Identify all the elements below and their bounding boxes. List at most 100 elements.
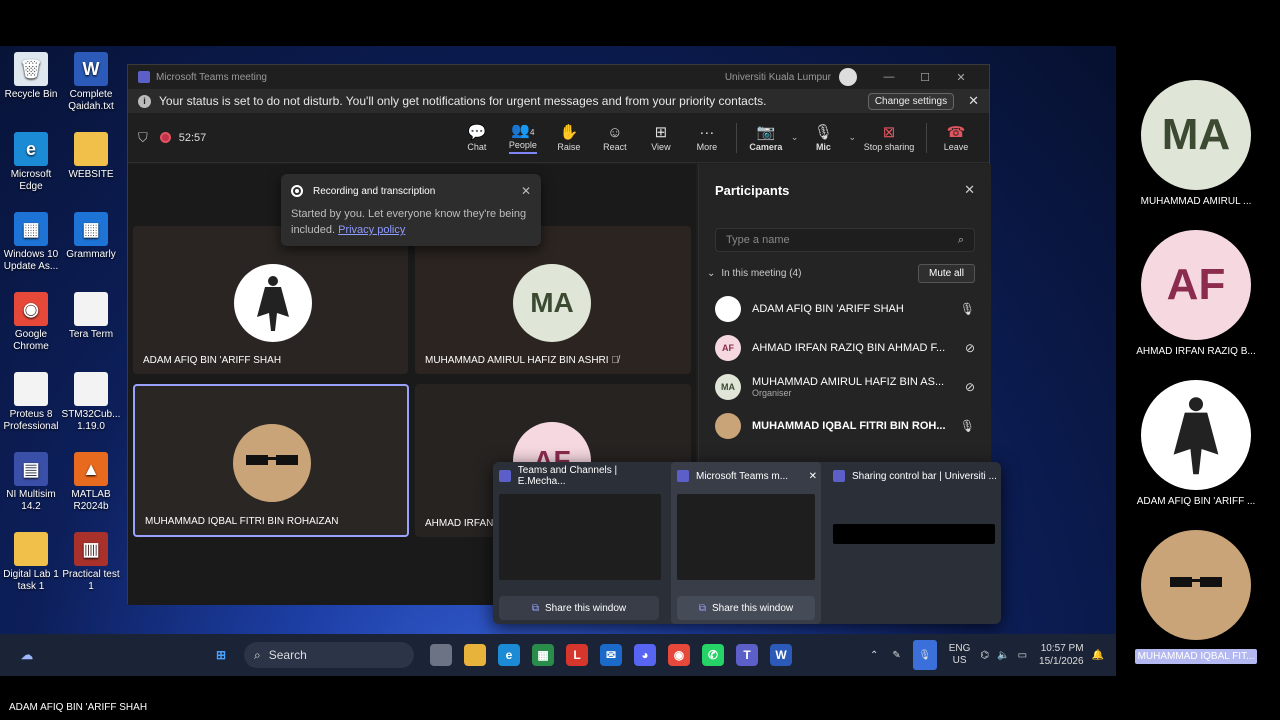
participant-row[interactable]: MA MUHAMMAD AMIRUL HAFIZ BIN AS... Organis…	[699, 367, 991, 406]
volume-icon[interactable]: 🔈	[997, 650, 1009, 661]
chrome-icon[interactable]: ◉	[668, 644, 690, 666]
people-count: 4	[530, 128, 535, 137]
tile-name: ADAM AFIQ BIN 'ARIFF SHAH	[143, 355, 282, 366]
desktop-icon[interactable]: Tera Term	[60, 292, 122, 341]
desktop-icon[interactable]: W Complete Qaidah.txt	[60, 52, 122, 113]
desktop-icon[interactable]: ▲ MATLAB R2024b	[60, 452, 122, 513]
participant-row[interactable]: MUHAMMAD IQBAL FITRI BIN ROH... 🎙	[699, 406, 991, 445]
windows-taskbar: ☁ ⊞ ⌕ Search e ▦ L ✉ ◕ ◉ ✆ T W ⌃ ✎ 🎙 ENG U…	[0, 634, 1116, 676]
more-button[interactable]: ··· More	[684, 123, 730, 152]
desktop-icon[interactable]: STM32Cub... 1.19.0	[60, 372, 122, 433]
desktop-icon[interactable]: e Microsoft Edge	[0, 132, 62, 193]
share-window-button[interactable]: ⧉ Share this window	[677, 596, 815, 620]
mic-icon: 🎙	[959, 418, 975, 433]
panel-close-icon[interactable]: ✕	[964, 182, 975, 198]
mic-options-chevron-icon[interactable]: ⌄	[848, 132, 856, 143]
desktop-icon[interactable]: ▦ Windows 10 Update As...	[0, 212, 62, 273]
window-preview[interactable]: Teams and Channels | E.Mecha... ⧉ Share t…	[493, 462, 665, 624]
notification-bell-icon[interactable]: 🔔	[1092, 650, 1104, 661]
desktop-icon[interactable]: Proteus 8 Professional	[0, 372, 62, 433]
chevron-down-icon[interactable]: ⌄	[707, 268, 715, 279]
teams-icon[interactable]: T	[736, 644, 758, 666]
desktop-icon-label: Complete Qaidah.txt	[68, 89, 114, 112]
stop-sharing-button[interactable]: ⊠ Stop sharing	[858, 123, 920, 152]
desktop-icon[interactable]: WEBSITE	[60, 132, 122, 181]
leave-button[interactable]: ☎ Leave	[933, 123, 979, 152]
network-icon[interactable]: ⌬	[980, 650, 989, 661]
status-banner: i Your status is set to do not disturb. …	[128, 89, 989, 113]
outlook-icon[interactable]: ✉	[600, 644, 622, 666]
chevron-up-icon[interactable]: ⌃	[870, 650, 878, 661]
maximize-icon[interactable]: ☐	[907, 71, 943, 84]
language-indicator[interactable]: ENG US	[949, 643, 971, 667]
whatsapp-icon[interactable]: ✆	[702, 644, 724, 666]
desktop-icon-label: STM32Cub... 1.19.0	[61, 409, 121, 432]
participant-search-input[interactable]: Type a name ⌕	[715, 228, 975, 252]
desktop-icon[interactable]: ◉ Google Chrome	[0, 292, 62, 353]
clock[interactable]: 10:57 PM 15/1/2026	[1039, 642, 1084, 668]
battery-icon[interactable]: ▭	[1018, 650, 1027, 661]
participant-row[interactable]: ADAM AFIQ BIN 'ARIFF SHAH 🎙	[699, 289, 991, 328]
gallery-name: MUHAMMAD IQBAL FIT...	[1134, 649, 1258, 664]
desktop-icon[interactable]: ▦ Grammarly	[60, 212, 122, 261]
panel-title: Participants	[715, 182, 790, 198]
account-avatar[interactable]	[839, 68, 857, 86]
weather-icon[interactable]: ☁	[16, 644, 38, 666]
taskbar-search[interactable]: ⌕ Search	[244, 642, 414, 668]
camera-options-chevron-icon[interactable]: ⌄	[791, 132, 799, 143]
mic-button[interactable]: 🎙 Mic	[800, 123, 846, 152]
view-button[interactable]: ⊞ View	[638, 123, 684, 152]
preview-title: Microsoft Teams m...	[696, 470, 789, 482]
tile-name: AHMAD IRFAN I	[425, 518, 499, 529]
video-tile-amirul[interactable]: MA MUHAMMAD AMIRUL HAFIZ BIN ASHRI 🎙̸	[415, 226, 691, 374]
banner-close-icon[interactable]: ✕	[968, 93, 979, 109]
privacy-policy-link[interactable]: Privacy policy	[338, 224, 405, 236]
preview-image	[499, 494, 661, 580]
window-preview[interactable]: Sharing control bar | Universiti ...	[827, 462, 999, 624]
desktop-icon[interactable]: Digital Lab 1 task 1	[0, 532, 62, 593]
popup-close-icon[interactable]: ✕	[521, 184, 531, 198]
edge-icon[interactable]: e	[498, 644, 520, 666]
desktop-icon[interactable]: ▤ NI Multisim 14.2	[0, 452, 62, 513]
desktop-icon-label: WEBSITE	[68, 169, 114, 180]
avatar	[234, 264, 312, 342]
gallery-tile-adam[interactable]: ADAM AFIQ BIN 'ARIFF ...	[1128, 380, 1264, 507]
close-preview-icon[interactable]: ✕	[809, 471, 817, 482]
chat-button[interactable]: 💬 Chat	[454, 123, 500, 152]
desktop-icon-label: Proteus 8 Professional	[3, 409, 59, 432]
discord-icon[interactable]: ◕	[634, 644, 656, 666]
participant-name-text: ADAM AFIQ BIN 'ARIFF SHAH	[752, 302, 904, 315]
desktop-icon[interactable]: 🗑 Recycle Bin	[0, 52, 62, 101]
change-settings-button[interactable]: Change settings	[867, 92, 955, 110]
file-explorer-icon[interactable]	[464, 644, 486, 666]
share-window-button[interactable]: ⧉ Share this window	[499, 596, 659, 620]
minimize-icon[interactable]: —	[871, 71, 907, 83]
store-icon[interactable]: ▦	[532, 644, 554, 666]
window-preview-active[interactable]: Microsoft Teams m... ✕ ⧉ Share this window	[671, 462, 821, 624]
raise-hand-button[interactable]: ✋ Raise	[546, 123, 592, 152]
tile-name: MUHAMMAD IQBAL FITRI BIN ROHAIZAN	[145, 516, 339, 527]
video-tile-adam[interactable]: ADAM AFIQ BIN 'ARIFF SHAH	[133, 226, 408, 374]
search-icon: ⌕	[254, 647, 261, 662]
participant-row[interactable]: AF AHMAD IRFAN RAZIQ BIN AHMAD F... ⊘	[699, 328, 991, 367]
word-icon[interactable]: W	[770, 644, 792, 666]
app-l-icon[interactable]: L	[566, 644, 588, 666]
mic-tray-icon[interactable]: 🎙	[912, 640, 937, 670]
meet-now-icon[interactable]: ✎	[892, 650, 900, 661]
cat-avatar	[233, 424, 311, 502]
more-label: More	[696, 142, 718, 152]
start-icon[interactable]: ⊞	[210, 644, 232, 666]
react-button[interactable]: ☺ React	[592, 123, 638, 152]
avatar: MA	[715, 373, 741, 400]
task-view-icon[interactable]	[430, 644, 452, 666]
people-button[interactable]: 👥4 People	[500, 121, 546, 154]
mute-all-button[interactable]: Mute all	[917, 264, 975, 283]
gallery-tile-iqbal[interactable]: MUHAMMAD IQBAL FIT...	[1128, 530, 1264, 664]
desktop-icon[interactable]: ▥ Practical test 1	[60, 532, 122, 593]
gallery-tile-amirul[interactable]: MA MUHAMMAD AMIRUL ...	[1128, 80, 1264, 207]
video-tile-iqbal[interactable]: MUHAMMAD IQBAL FITRI BIN ROHAIZAN	[133, 384, 409, 537]
close-window-icon[interactable]: ✕	[943, 71, 979, 84]
gallery-tile-irfan[interactable]: AF AHMAD IRFAN RAZIQ B...	[1128, 230, 1264, 357]
camera-button[interactable]: 📷 Camera	[743, 123, 789, 152]
caped-figure-icon	[1173, 397, 1219, 475]
